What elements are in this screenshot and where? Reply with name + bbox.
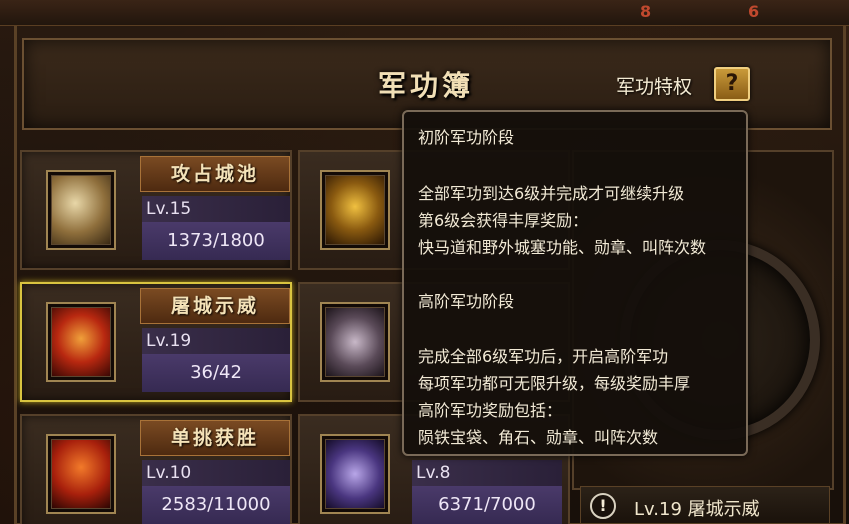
icon-frame: [46, 170, 116, 250]
duel-icon: [51, 439, 111, 509]
tooltip-heading: 高阶军功阶段: [418, 292, 515, 311]
tooltip-line: 每项军功都可无限升级，每级奖励丰厚: [418, 374, 691, 393]
achievement-progress: 6371/7000: [412, 486, 562, 524]
icon-frame: [320, 170, 390, 250]
icon-frame: [320, 302, 390, 382]
tooltip-line: 第6级会获得丰厚奖励：: [418, 211, 589, 230]
achievement-name: 屠城示威: [140, 288, 290, 324]
achievement-level: Lv.15: [142, 196, 290, 222]
help-button[interactable]: ?: [714, 67, 750, 101]
privilege-label[interactable]: 军功特权: [616, 72, 692, 99]
tooltip-line: 陨铁宝袋、角石、勋章、叫阵次数: [418, 428, 659, 447]
siege-scroll-icon: [51, 175, 111, 245]
tooltip-heading: 初阶军功阶段: [418, 128, 515, 147]
achievement-progress: 1373/1800: [142, 222, 290, 260]
tooltip-line: 快马道和野外城塞功能、勋章、叫阵次数: [418, 238, 707, 257]
arrows-icon: [325, 439, 385, 509]
achievement-card-siege[interactable]: 攻占城池 Lv.15 1373/1800: [20, 150, 292, 270]
icon-frame: [320, 434, 390, 514]
top-decor-strip: 8 6: [0, 0, 849, 26]
warrior-icon: [51, 307, 111, 377]
icon-frame: [46, 434, 116, 514]
achievement-card-duel[interactable]: 单挑获胜 Lv.10 2583/11000: [20, 414, 292, 524]
privilege-tooltip: 初阶军功阶段 全部军功到达6级并完成才可继续升级 第6级会获得丰厚奖励： 快马道…: [402, 110, 748, 456]
achievement-level: Lv.10: [142, 460, 290, 486]
status-text: Lv.19 屠城示威: [634, 499, 760, 520]
achievement-name: 攻占城池: [140, 156, 290, 192]
achievement-card-massacre[interactable]: 屠城示威 Lv.19 36/42: [20, 282, 292, 402]
achievement-name: 单挑获胜: [140, 420, 290, 456]
achievement-level: Lv.19: [142, 328, 290, 354]
golden-seal-icon: [325, 175, 385, 245]
horse-emblem-icon: [325, 307, 385, 377]
achievement-progress: 2583/11000: [142, 486, 290, 524]
decor-glyph: 6: [748, 2, 760, 21]
page-title: 军功簿: [377, 69, 474, 102]
achievement-progress: 36/42: [142, 354, 290, 392]
achievement-level: Lv.8: [412, 460, 562, 486]
warning-icon: !: [590, 493, 616, 519]
tooltip-line: 完成全部6级军功后，开启高阶军功: [418, 347, 669, 366]
icon-frame: [46, 302, 116, 382]
tooltip-line: 全部军功到达6级并完成才可继续升级: [418, 184, 685, 203]
tooltip-line: 高阶军功奖励包括：: [418, 401, 563, 420]
decor-glyph: 8: [640, 2, 652, 21]
